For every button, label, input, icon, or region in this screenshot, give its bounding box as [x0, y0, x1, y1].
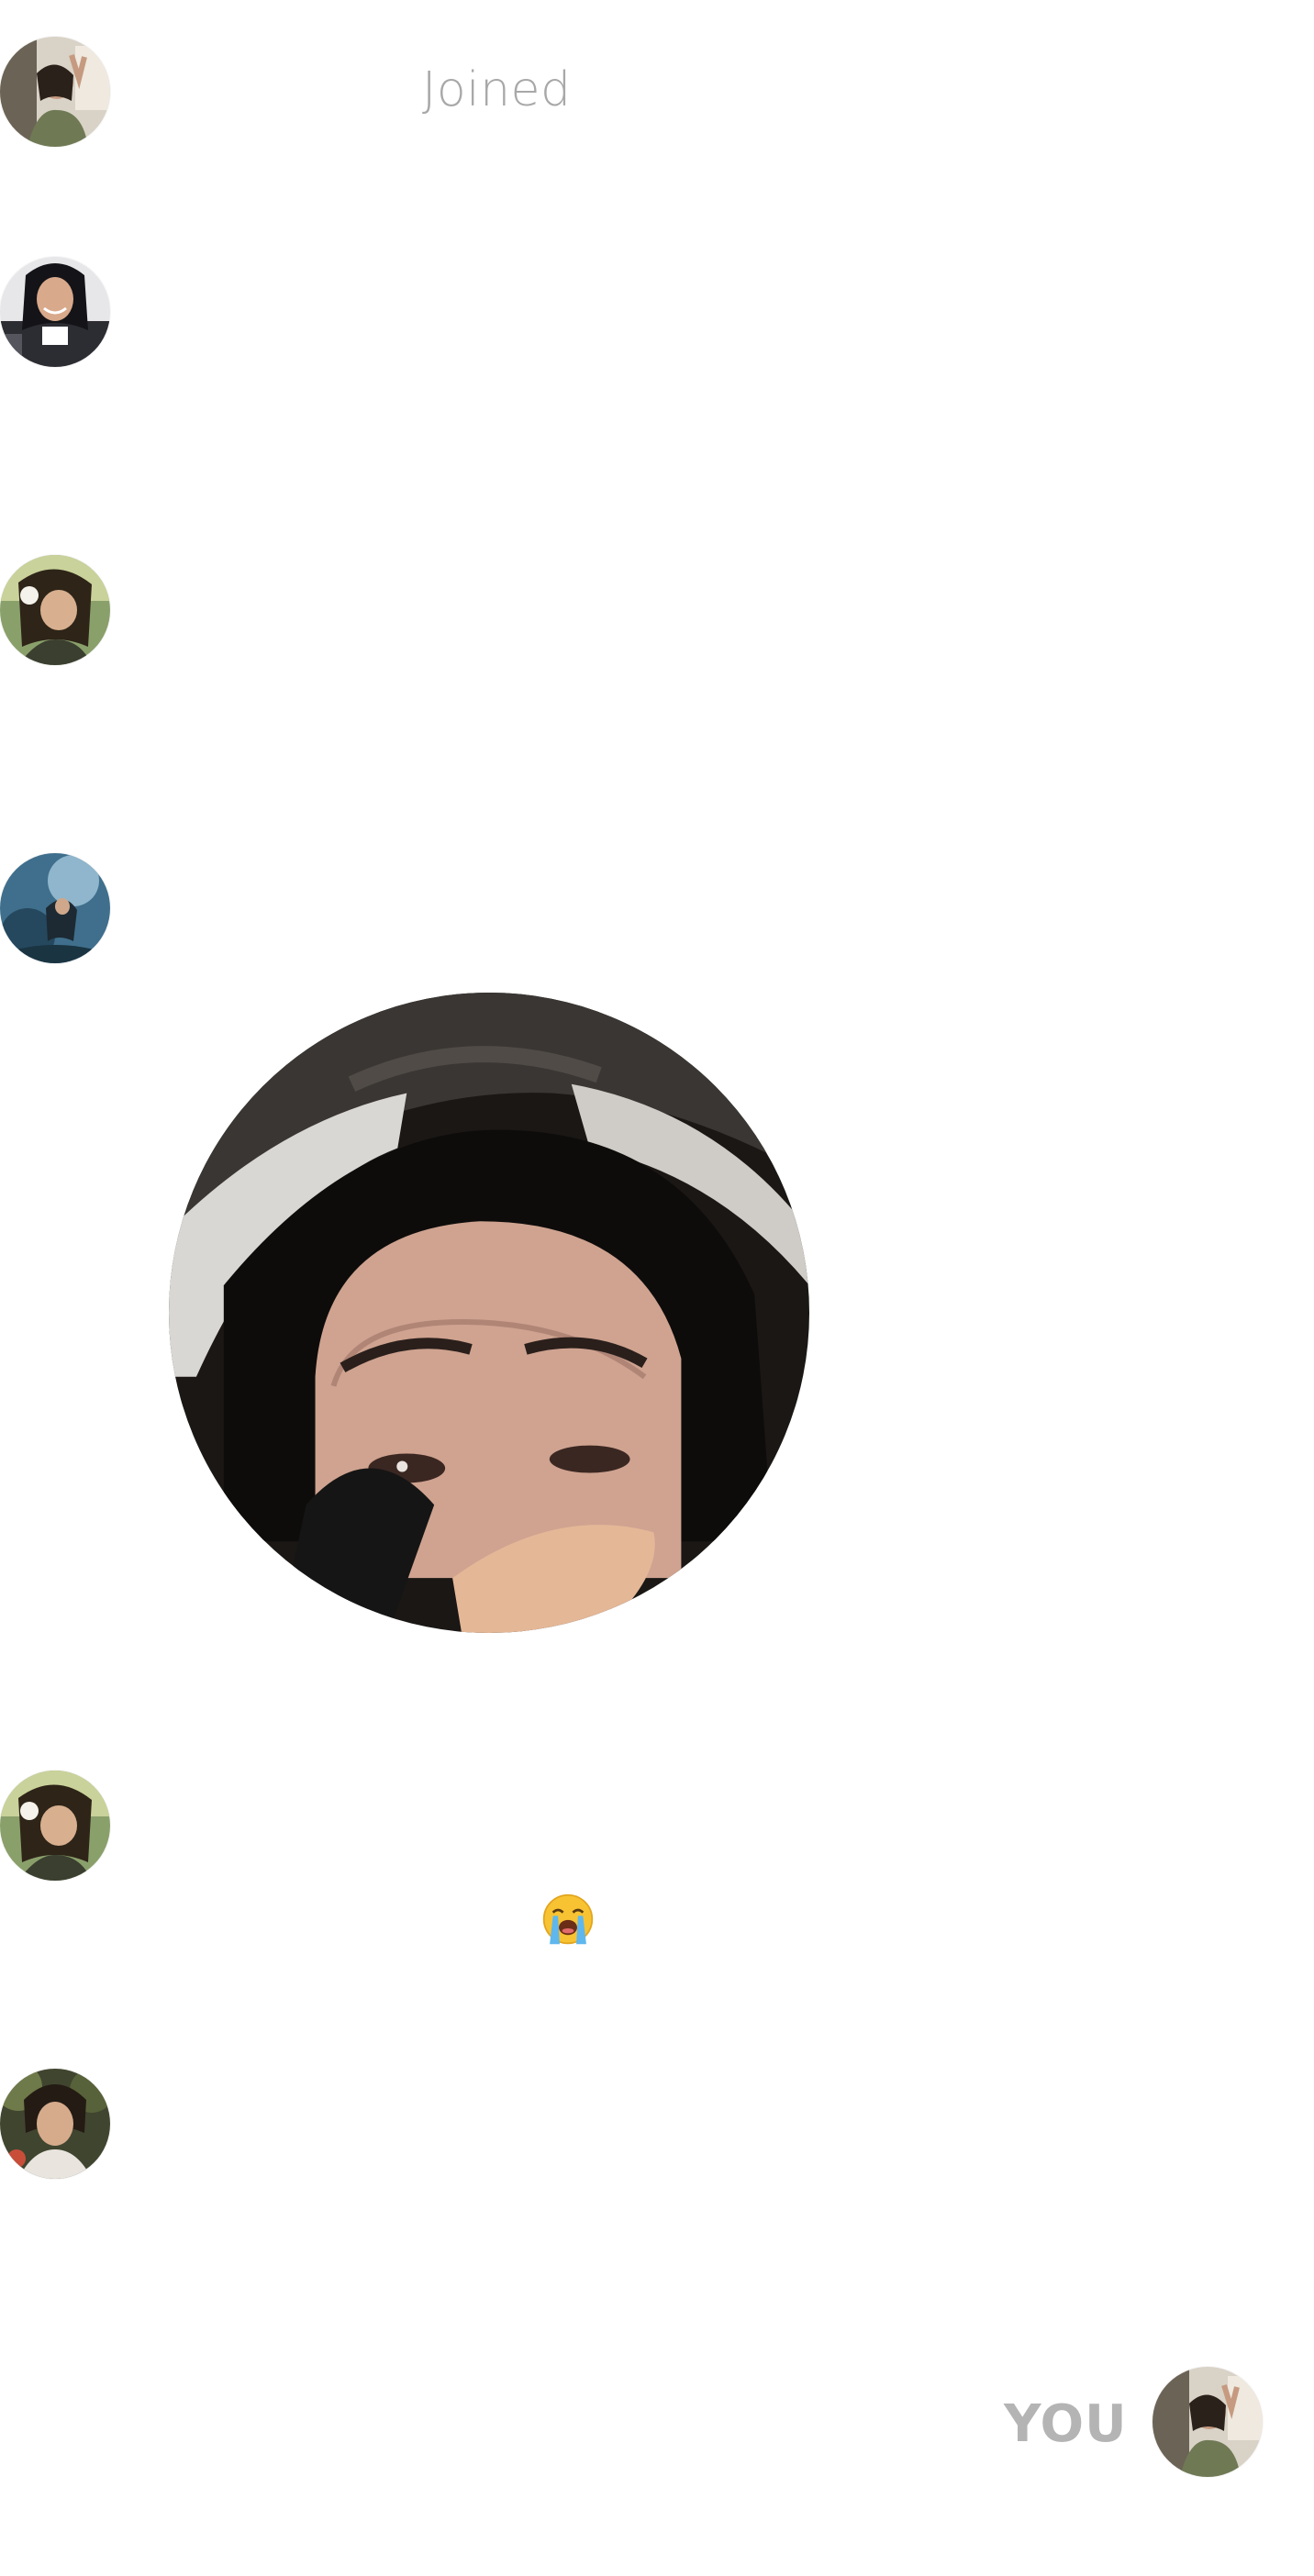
- loudly-crying-face-icon: [541, 1893, 595, 1946]
- user-avatar-4[interactable]: [0, 853, 110, 963]
- joined-status-text: Joined: [422, 62, 572, 117]
- user-avatar-2[interactable]: [0, 257, 110, 367]
- user-avatar-3[interactable]: [0, 555, 110, 665]
- you-label: YOU: [1004, 2394, 1128, 2454]
- user-avatar-5[interactable]: [0, 2069, 110, 2179]
- user-avatar-3-repeat[interactable]: [0, 1771, 110, 1881]
- crying-selfie-photo[interactable]: [169, 993, 809, 1633]
- user-avatar-self[interactable]: [1153, 2367, 1263, 2477]
- user-avatar-1[interactable]: [0, 37, 110, 147]
